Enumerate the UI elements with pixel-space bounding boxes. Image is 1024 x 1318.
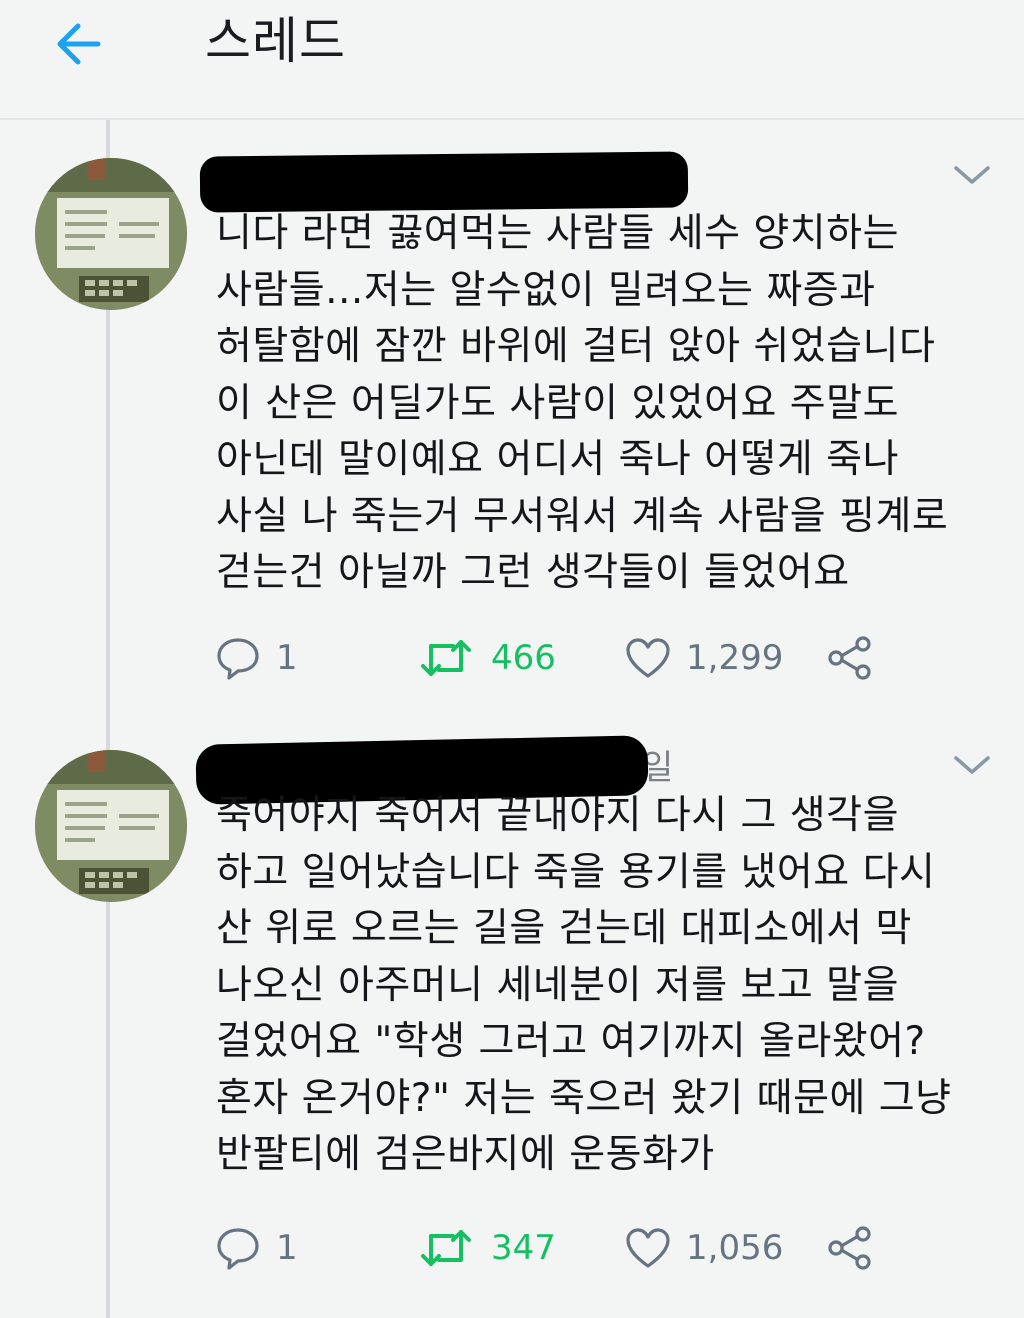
tweet-text-line: 반팔티에 검은바지에 운동화가 [216,1132,715,1177]
chevron-down-icon [954,756,990,774]
tweet-actions: 1 347 1,056 [214,1220,914,1276]
more-options-button[interactable] [950,160,994,190]
reply-icon [217,1228,259,1270]
page-title: 스레드 [205,12,346,70]
share-button[interactable] [826,1220,874,1276]
reply-count: 1 [276,1228,298,1268]
reply-button[interactable]: 1 [214,1220,298,1276]
like-count: 1,056 [686,1228,784,1268]
retweet-count: 466 [491,638,556,678]
back-button[interactable] [50,18,110,70]
tweet-text-line: 나오신 아주머니 세네분이 저를 보고 말을 [216,962,899,1008]
tweet-text-line: 혼자 온거야?" 저는 죽으러 왔기 때문에 그냥 [216,1075,952,1121]
retweet-icon [421,1230,471,1266]
arrow-left-icon [57,23,101,65]
tweet-text-line: 걸었어요 "학생 그러고 여기까지 올라왔어? [216,1019,926,1064]
more-options-button[interactable] [950,750,994,780]
share-button[interactable] [826,630,874,686]
tweet-text: 니다 라면 끓여먹는 사람들 세수 양치하는 사람들...저는 알수없이 밀려오… [216,206,1016,602]
tweet-actions: 1 466 1,299 [214,630,914,686]
like-button[interactable]: 1,056 [624,1220,783,1276]
tweet[interactable]: 일 죽어야지 죽어서 끝내야지 다시 그 생각을 하고 일어났습니다 죽을 용기… [0,712,1024,1318]
tweet-text-line: 산 위로 오르는 길을 걷는데 대피소에서 막 [216,906,912,951]
share-icon [828,636,871,680]
top-bar: 스레드 [0,0,1024,120]
heart-icon [626,1228,670,1268]
heart-icon [626,638,670,678]
avatar[interactable] [35,158,187,310]
tweet-text-line: 니다 라면 끓여먹는 사람들 세수 양치하는 [216,211,899,256]
tweet-text-line: 하고 일어났습니다 죽을 용기를 냈어요 다시 [216,849,936,895]
tweet-text-line: 사람들...저는 알수없이 밀려오는 짜증과 [216,267,876,313]
retweet-button[interactable]: 466 [419,630,556,686]
tweet-text-line: 아닌데 말이예요 어디서 죽나 어떻게 죽나 [216,437,899,482]
like-count: 1,299 [686,638,784,678]
chevron-down-icon [954,166,990,184]
tweet-text-line: 걷는건 아닐까 그런 생각들이 들었어요 [216,550,850,595]
redacted-author-name [199,151,689,213]
reply-count: 1 [276,638,298,678]
avatar[interactable] [35,750,187,902]
tweet-text-line: 사실 나 죽는거 무서워서 계속 사람을 핑계로 [216,493,949,539]
tweet-text-line: 허탈함에 잠깐 바위에 걸터 앉아 쉬었습니다 [216,324,936,369]
retweet-icon [421,640,471,676]
tweet-text-line: 이 산은 어딜가도 사람이 있었어요 주말도 [216,380,899,426]
retweet-button[interactable]: 347 [419,1220,556,1276]
share-icon [828,1226,871,1270]
tweet-text-line: 죽어야지 죽어서 끝내야지 다시 그 생각을 [216,793,899,838]
like-button[interactable]: 1,299 [624,630,783,686]
tweet[interactable]: 니다 라면 끓여먹는 사람들 세수 양치하는 사람들...저는 알수없이 밀려오… [0,122,1024,712]
retweet-count: 347 [491,1228,556,1268]
tweet-text: 죽어야지 죽어서 끝내야지 다시 그 생각을 하고 일어났습니다 죽을 용기를 … [216,788,1016,1184]
reply-button[interactable]: 1 [214,630,298,686]
reply-icon [217,638,259,680]
